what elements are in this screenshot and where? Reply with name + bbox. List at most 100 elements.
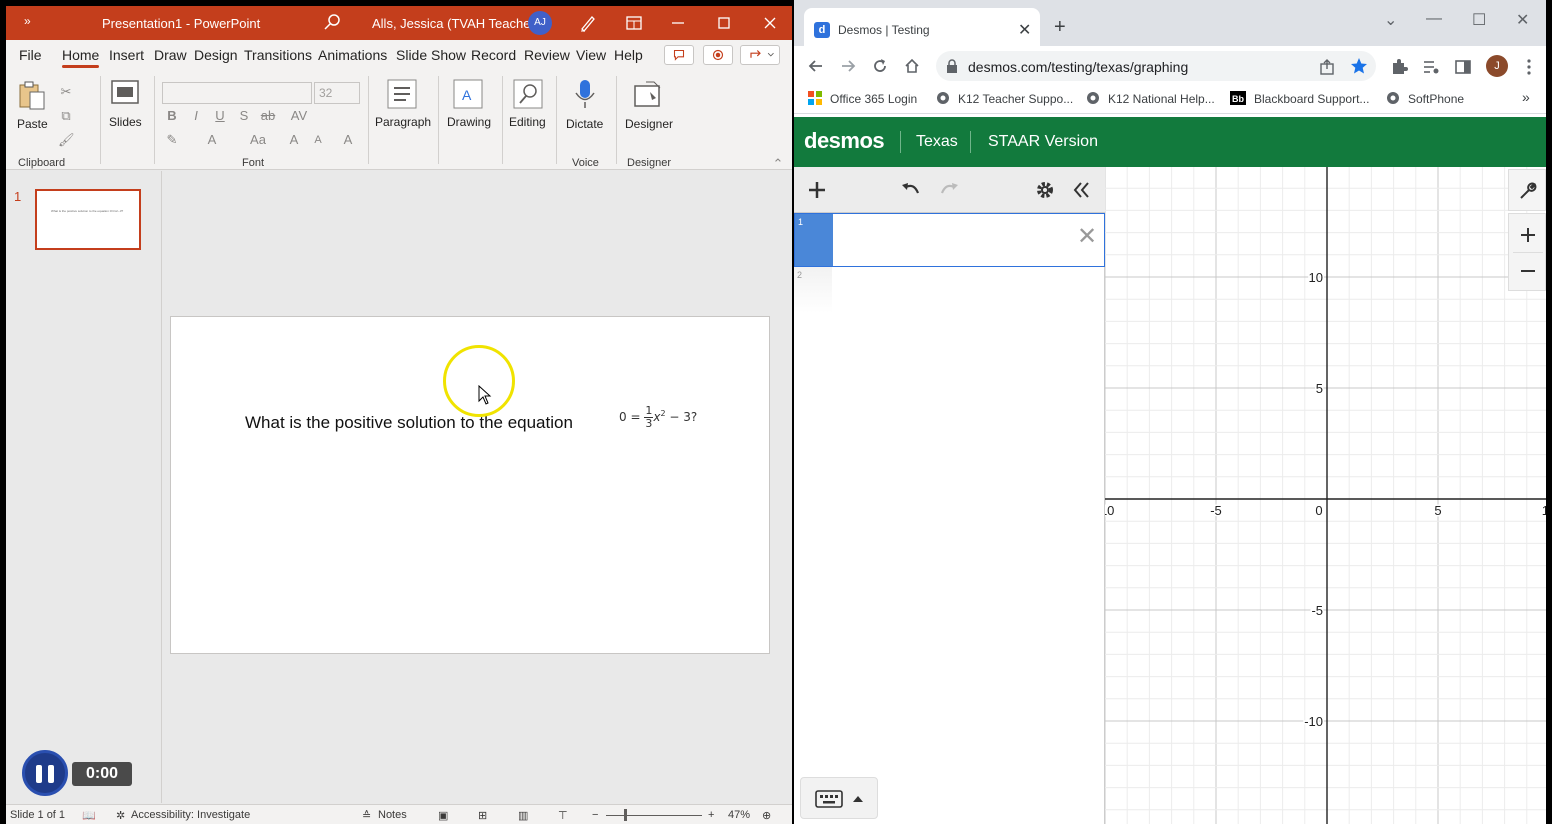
collapse-ribbon-icon[interactable]: ⌃ xyxy=(770,156,786,172)
italic-icon[interactable]: I xyxy=(188,108,204,124)
normal-view-icon[interactable]: ▣ xyxy=(438,809,448,822)
font-name-box[interactable] xyxy=(162,82,312,104)
ribbon-display-icon[interactable] xyxy=(624,13,644,33)
editing-button[interactable]: Editing xyxy=(509,115,546,129)
notes-button[interactable]: Notes xyxy=(378,809,407,821)
increase-font-icon[interactable]: A xyxy=(286,132,302,148)
side-panel-icon[interactable] xyxy=(1454,58,1472,76)
zoom-in-button[interactable]: + xyxy=(708,809,714,821)
cut-icon[interactable]: ✂ xyxy=(58,84,74,100)
expression-row-1[interactable]: 1 ✕ xyxy=(794,213,1105,267)
fit-slide-icon[interactable]: ⊕ xyxy=(762,809,771,822)
designer-icon[interactable] xyxy=(632,78,664,110)
pause-recording-button[interactable] xyxy=(22,750,68,796)
avatar[interactable]: AJ xyxy=(528,11,552,35)
tab-home[interactable]: Home xyxy=(62,47,100,68)
zoom-level[interactable]: 47% xyxy=(728,809,750,821)
reading-list-icon[interactable] xyxy=(1422,58,1440,76)
format-painter-icon[interactable]: 🖌 xyxy=(58,132,75,148)
tab-desmos[interactable]: d Desmos | Testing ✕ xyxy=(804,8,1040,46)
zoom-out-icon[interactable] xyxy=(1519,262,1537,280)
pen-icon[interactable] xyxy=(578,13,598,33)
comments-icon[interactable] xyxy=(664,45,694,65)
graph-grid[interactable]: -10 -5 0 5 10 10 5 -5 -10 xyxy=(1105,167,1546,824)
bookmark-blackboard[interactable]: Bb Blackboard Support... xyxy=(1230,91,1369,106)
paste-button[interactable]: Paste xyxy=(17,117,48,131)
url-text[interactable]: desmos.com/testing/texas/graphing xyxy=(968,59,1188,75)
close-button[interactable]: ✕ xyxy=(1516,10,1529,30)
shadow-icon[interactable]: S xyxy=(236,108,252,124)
font-color-icon[interactable]: A xyxy=(204,132,220,148)
drawing-icon[interactable]: A xyxy=(452,78,484,110)
underline-icon[interactable]: U xyxy=(212,108,228,124)
forward-icon[interactable] xyxy=(838,56,858,76)
redo-icon[interactable] xyxy=(938,179,960,201)
drawing-button[interactable]: Drawing xyxy=(447,115,491,129)
home-icon[interactable] xyxy=(902,56,922,76)
maximize-button[interactable] xyxy=(712,11,736,35)
search-icon[interactable] xyxy=(322,12,342,32)
paragraph-button[interactable]: Paragraph xyxy=(375,115,431,129)
close-button[interactable] xyxy=(758,11,782,35)
tab-file[interactable]: File xyxy=(19,47,42,63)
expression-tab-1[interactable]: 1 xyxy=(795,214,833,266)
dictate-button[interactable]: Dictate xyxy=(566,117,603,131)
undo-icon[interactable] xyxy=(900,179,922,201)
notes-icon[interactable]: ≙ xyxy=(362,809,371,822)
tab-search-icon[interactable]: ⌄ xyxy=(1384,10,1397,30)
zoom-out-button[interactable]: − xyxy=(592,809,598,821)
accessibility-status[interactable]: Accessibility: Investigate xyxy=(131,809,250,821)
graph-settings[interactable] xyxy=(1508,169,1546,211)
designer-button[interactable]: Designer xyxy=(625,117,673,131)
minimize-button[interactable] xyxy=(666,11,690,35)
record-icon[interactable] xyxy=(703,45,733,65)
menu-icon[interactable] xyxy=(1520,58,1538,76)
font-size-box[interactable]: 32 xyxy=(314,82,360,104)
collapse-list-icon[interactable] xyxy=(1070,179,1092,201)
paragraph-icon[interactable] xyxy=(386,78,418,110)
tab-animations[interactable]: Animations xyxy=(318,47,387,63)
maximize-button[interactable]: ☐ xyxy=(1472,10,1486,30)
decrease-font-icon[interactable]: A xyxy=(310,132,326,148)
character-spacing-icon[interactable]: AV xyxy=(286,108,312,124)
new-tab-button[interactable]: + xyxy=(1054,16,1066,39)
slide-counter[interactable]: Slide 1 of 1 xyxy=(10,809,65,821)
expression-row-2[interactable]: 2 xyxy=(794,267,1105,313)
zoom-slider-thumb[interactable] xyxy=(624,809,627,821)
quick-access-toolbar[interactable]: » xyxy=(24,14,31,28)
microphone-icon[interactable] xyxy=(569,78,601,110)
tab-insert[interactable]: Insert xyxy=(109,47,144,63)
paste-icon[interactable] xyxy=(16,80,48,112)
more-bookmarks-icon[interactable]: » xyxy=(1522,89,1530,105)
tab-help[interactable]: Help xyxy=(614,47,643,63)
minimize-button[interactable]: — xyxy=(1426,10,1442,28)
zoom-in-icon[interactable] xyxy=(1519,226,1537,244)
bookmark-k12-teacher[interactable]: K12 Teacher Suppo... xyxy=(936,91,1073,106)
highlight-icon[interactable]: ✎ xyxy=(164,132,180,148)
tab-design[interactable]: Design xyxy=(194,47,238,63)
tab-review[interactable]: Review xyxy=(524,47,570,63)
copy-icon[interactable]: ⧉ xyxy=(58,108,74,124)
slide-sorter-icon[interactable]: ⊞ xyxy=(478,809,487,822)
slides-button[interactable]: Slides xyxy=(109,115,142,129)
accessibility-icon[interactable]: ✲ xyxy=(116,809,125,822)
slide-thumbnail[interactable]: What is the positive solution to the equ… xyxy=(35,189,141,250)
delete-expression-icon[interactable]: ✕ xyxy=(1077,222,1097,251)
reload-icon[interactable] xyxy=(870,56,890,76)
bookmark-softphone[interactable]: SoftPhone xyxy=(1386,91,1464,106)
zoom-slider[interactable] xyxy=(606,815,702,816)
expression-tab-2[interactable]: 2 xyxy=(794,267,832,313)
strikethrough-icon[interactable]: ab xyxy=(260,108,276,124)
keypad-toggle[interactable] xyxy=(800,777,878,819)
bold-icon[interactable]: B xyxy=(164,108,180,124)
tab-record[interactable]: Record xyxy=(471,47,516,63)
tab-transitions[interactable]: Transitions xyxy=(244,47,312,63)
bookmark-office-365[interactable]: Office 365 Login xyxy=(808,91,917,106)
account-name[interactable]: Alls, Jessica (TVAH Teacher) xyxy=(372,16,539,31)
close-tab-icon[interactable]: ✕ xyxy=(1018,20,1031,40)
share-icon[interactable] xyxy=(740,45,780,65)
spelling-icon[interactable]: 📖 xyxy=(82,809,96,822)
lock-icon[interactable] xyxy=(946,59,958,73)
slide-equation[interactable]: 0 = 1 3x2 − 3? xyxy=(619,405,697,430)
change-case-icon[interactable]: Aa xyxy=(246,132,270,148)
